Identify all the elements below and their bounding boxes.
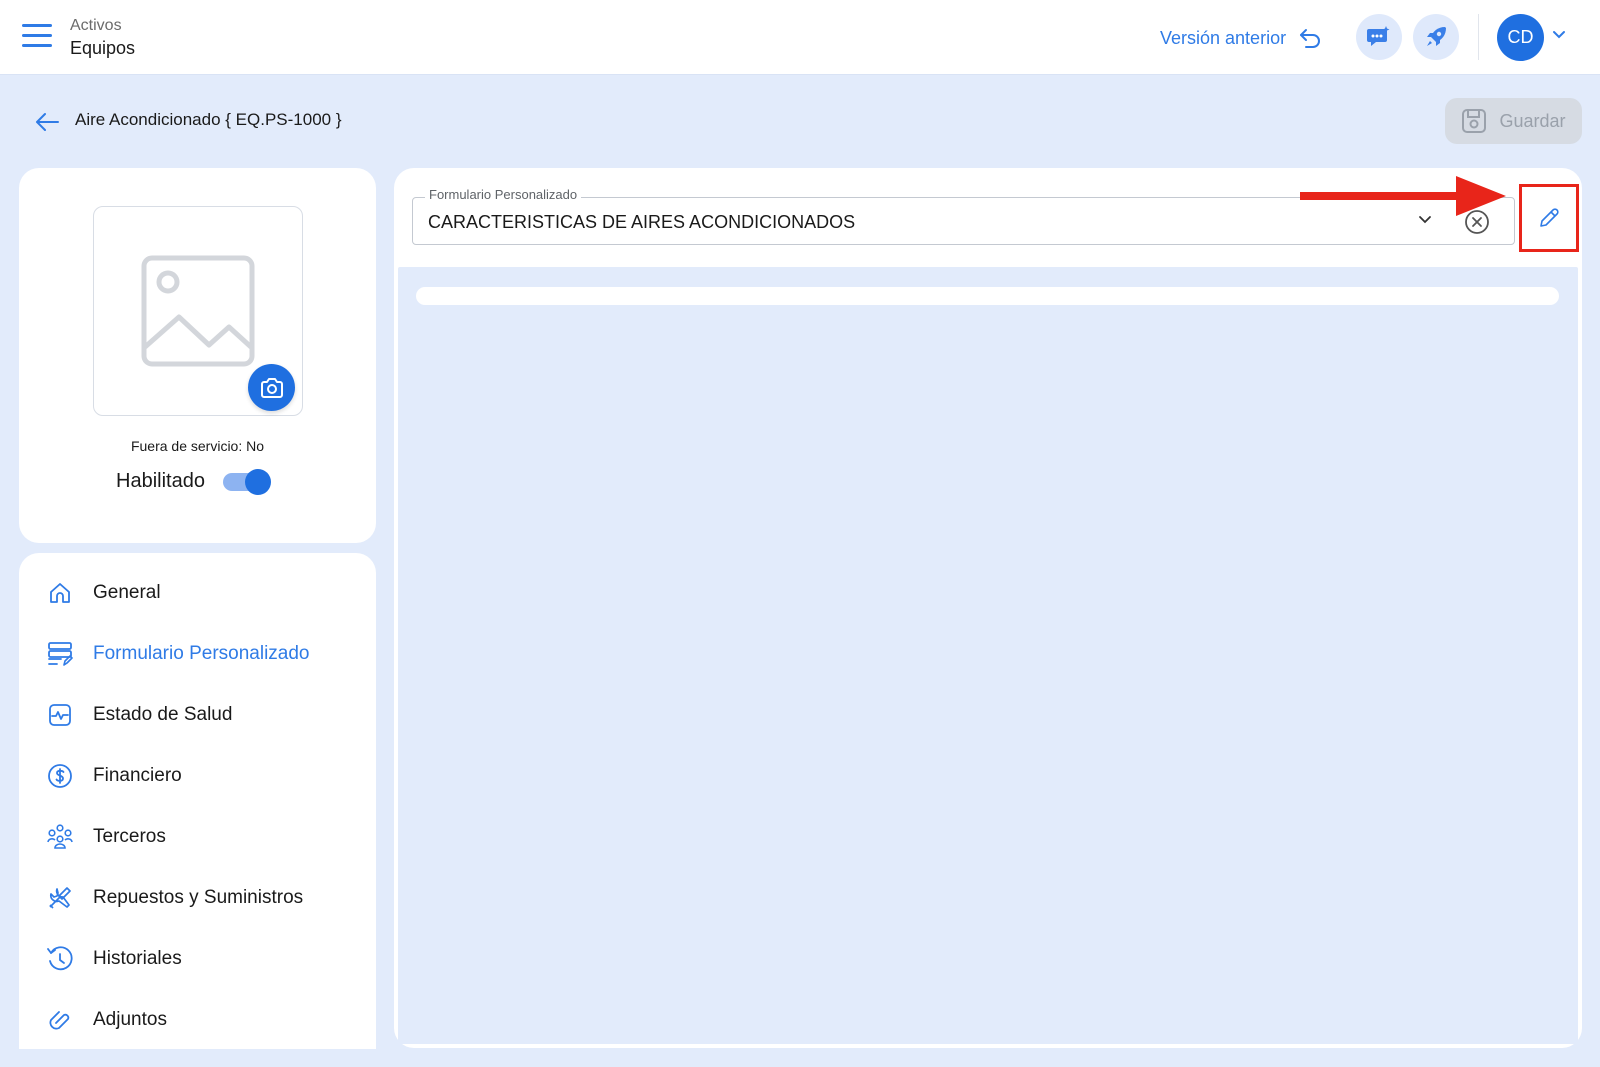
- save-icon: [1462, 109, 1487, 133]
- form-content-area: [398, 267, 1578, 1044]
- image-placeholder-icon: [141, 255, 255, 367]
- home-icon: [47, 580, 73, 606]
- dollar-icon: [47, 763, 73, 789]
- menu-icon[interactable]: [22, 24, 52, 50]
- tools-icon: [47, 885, 73, 911]
- nav-label: Repuestos y Suministros: [93, 887, 304, 908]
- custom-form-selected-value: CARACTERISTICAS DE AIRES ACONDICIONADOS: [428, 212, 856, 232]
- edit-form-button[interactable]: [1519, 184, 1579, 252]
- previous-version-label: Versión anterior: [1160, 27, 1287, 48]
- nav-item-attachments[interactable]: Adjuntos: [19, 994, 376, 1046]
- previous-version-button[interactable]: Versión anterior: [1160, 24, 1322, 52]
- annotation-arrow: [1300, 176, 1506, 216]
- form-icon: [47, 641, 73, 667]
- custom-form-field-label: Formulario Personalizado: [425, 187, 582, 202]
- history-icon: [47, 946, 73, 972]
- breadcrumb-current: Equipos: [70, 38, 136, 58]
- breadcrumb-parent: Activos: [70, 17, 122, 34]
- camera-icon: [260, 377, 283, 398]
- back-arrow-icon[interactable]: [34, 110, 60, 134]
- chevron-down-icon[interactable]: [1552, 30, 1566, 40]
- people-icon: [47, 824, 73, 850]
- custom-form-panel: Formulario Personalizado CARACTERISTICAS…: [394, 168, 1582, 1048]
- upload-photo-button[interactable]: [248, 364, 295, 411]
- loading-skeleton: [416, 287, 1559, 305]
- chat-icon: [1367, 26, 1390, 46]
- attachment-icon: [47, 1007, 73, 1033]
- page-title: Aire Acondicionado { EQ.PS-1000 }: [75, 110, 342, 129]
- launch-button[interactable]: [1413, 14, 1459, 60]
- undo-icon: [1300, 29, 1321, 48]
- pencil-icon: [1540, 208, 1559, 227]
- rocket-icon: [1427, 27, 1446, 46]
- nav-label: General: [93, 582, 161, 603]
- nav-item-third-parties[interactable]: Terceros: [19, 811, 376, 863]
- top-bar: Activos Equipos Versión anterior CD: [0, 0, 1600, 75]
- nav-label: Historiales: [93, 948, 182, 969]
- chevron-down-icon[interactable]: [1418, 215, 1432, 225]
- save-button[interactable]: Guardar: [1445, 98, 1582, 144]
- nav-label: Estado de Salud: [93, 704, 233, 725]
- asset-photo-card: Fuera de servicio: No Habilitado: [19, 168, 376, 543]
- nav-item-general[interactable]: General: [19, 567, 376, 619]
- avatar[interactable]: CD: [1497, 14, 1544, 61]
- nav-label: Formulario Personalizado: [93, 643, 310, 664]
- nav-item-financial[interactable]: Financiero: [19, 750, 376, 802]
- nav-label: Terceros: [93, 826, 166, 847]
- nav-item-spare-parts[interactable]: Repuestos y Suministros: [19, 872, 376, 924]
- health-icon: [47, 702, 73, 728]
- enabled-toggle[interactable]: [223, 469, 271, 495]
- asset-sections-nav: General Formulario Personalizado Estado …: [19, 553, 376, 1049]
- nav-label: Adjuntos: [93, 1009, 167, 1030]
- nav-item-custom-form[interactable]: Formulario Personalizado: [19, 628, 376, 680]
- save-label: Guardar: [1499, 110, 1566, 131]
- nav-item-health-status[interactable]: Estado de Salud: [19, 689, 376, 741]
- header-divider: [1478, 14, 1479, 60]
- out-of-service-status: Fuera de servicio: No: [130, 438, 265, 454]
- support-chat-button[interactable]: [1356, 14, 1402, 60]
- enabled-label: Habilitado: [116, 470, 205, 492]
- toggle-knob: [245, 469, 271, 495]
- nav-item-history[interactable]: Historiales: [19, 933, 376, 985]
- nav-label: Financiero: [93, 765, 182, 786]
